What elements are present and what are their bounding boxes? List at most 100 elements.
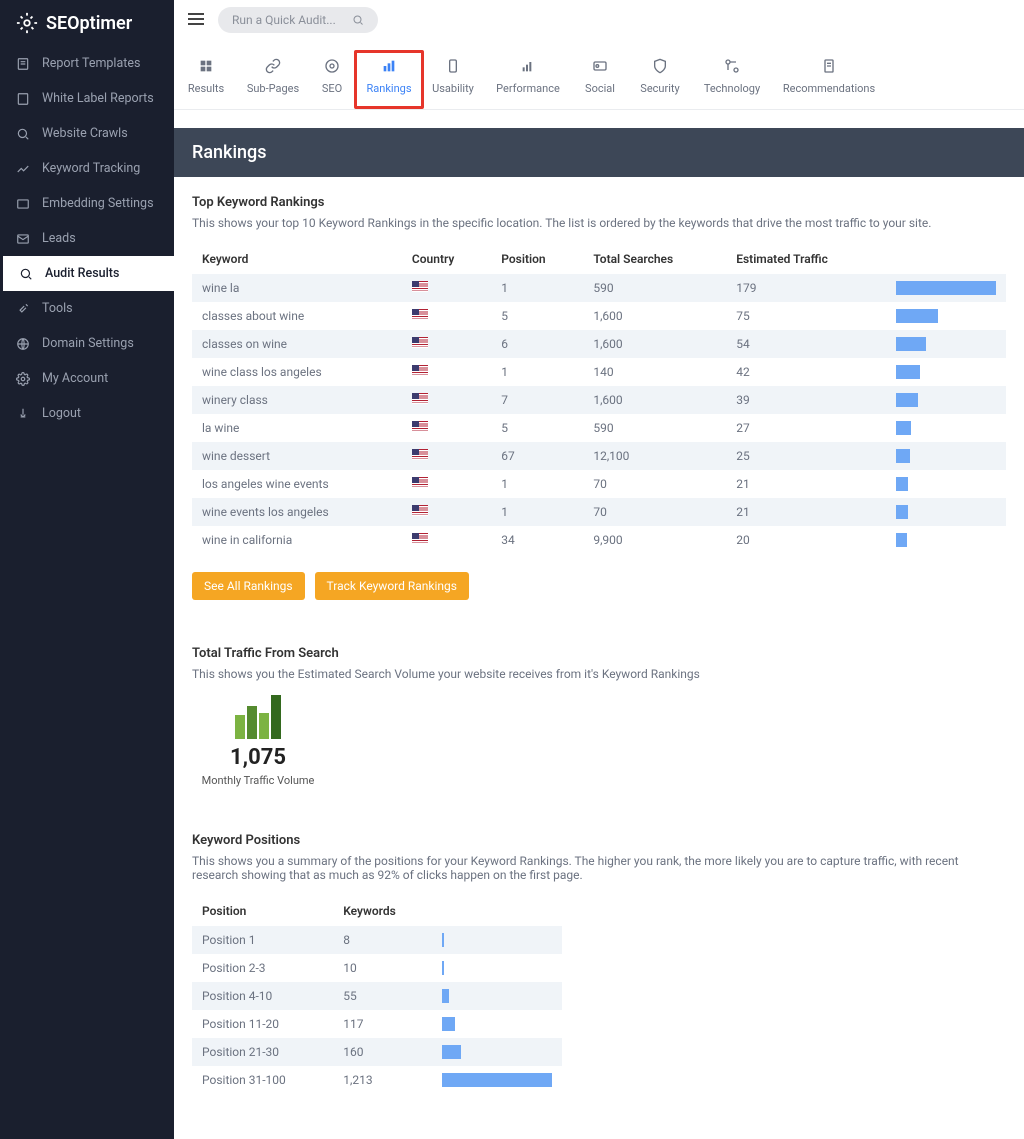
traffic-title: Total Traffic From Search [192,646,1006,661]
tab-rankings[interactable]: Rankings [354,50,424,109]
flag-us-icon [412,337,428,348]
flag-us-icon [412,281,428,292]
table-row: los angeles wine events17021 [192,470,1006,498]
cell-keywords: 160 [333,1038,432,1066]
top-rankings-title: Top Keyword Rankings [192,195,1006,210]
cell-traffic: 54 [726,330,886,358]
hamburger-icon[interactable] [188,13,204,27]
nav-label: White Label Reports [42,91,154,106]
cell-keywords: 1,213 [333,1066,432,1094]
cell-keyword: wine in california [192,526,402,554]
nav-label: Website Crawls [42,126,128,141]
cell-traffic: 39 [726,386,886,414]
cell-bar [886,526,1006,554]
flag-us-icon [412,365,428,376]
cell-bar [886,386,1006,414]
tab-usability[interactable]: Usability [422,50,484,109]
table-row: Position 18 [192,926,562,954]
table-row: wine events los angeles17021 [192,498,1006,526]
flag-us-icon [412,533,428,544]
nav-audit-results[interactable]: Audit Results [0,256,174,291]
cell-position: 5 [491,302,583,330]
nav-label: Tools [42,301,73,316]
cell-bar [886,442,1006,470]
tabbar: Results Sub-Pages SEO Rankings Usability… [174,40,1024,110]
cell-country [402,442,491,470]
col-position: Position [491,244,583,274]
tab-label: Security [640,82,679,95]
cell-position: Position 21-30 [192,1038,333,1066]
traffic-value: 1,075 [198,745,318,770]
cell-keyword: wine events los angeles [192,498,402,526]
col-keywords: Keywords [333,896,432,926]
cell-bar [886,498,1006,526]
tab-technology[interactable]: Technology [692,50,772,109]
tab-sub-pages[interactable]: Sub-Pages [238,50,308,109]
cell-country [402,302,491,330]
main-content: Run a Quick Audit... Results Sub-Pages S… [174,0,1024,1139]
cell-traffic: 21 [726,498,886,526]
flag-us-icon [412,309,428,320]
cell-position: 6 [491,330,583,358]
cell-country [402,274,491,302]
traffic-widget: 1,075 Monthly Traffic Volume [198,695,318,787]
table-row: Position 11-20117 [192,1010,562,1038]
search-input[interactable]: Run a Quick Audit... [218,7,378,33]
nav-label: Report Templates [42,56,140,71]
table-row: wine dessert6712,10025 [192,442,1006,470]
col-traffic: Estimated Traffic [726,244,886,274]
cell-country [402,358,491,386]
nav-leads[interactable]: Leads [0,221,174,256]
cell-searches: 590 [583,414,726,442]
nav-label: Embedding Settings [42,196,154,211]
tab-social[interactable]: Social [572,50,628,109]
positions-panel: Keyword Positions This shows you a summa… [192,815,1006,1094]
cell-traffic: 75 [726,302,886,330]
content-scroll[interactable]: Rankings Top Keyword Rankings This shows… [174,110,1024,1139]
cell-searches: 12,100 [583,442,726,470]
cell-bar [886,302,1006,330]
cell-searches: 1,600 [583,302,726,330]
nav-my-account[interactable]: My Account [0,361,174,396]
nav-website-crawls[interactable]: Website Crawls [0,116,174,151]
tab-performance[interactable]: Performance [484,50,572,109]
traffic-panel: Total Traffic From Search This shows you… [192,628,1006,787]
cell-position: 5 [491,414,583,442]
nav-keyword-tracking[interactable]: Keyword Tracking [0,151,174,186]
cell-keyword: winery class [192,386,402,414]
cell-bar [432,1010,562,1038]
cell-keyword: wine la [192,274,402,302]
nav-tools[interactable]: Tools [0,291,174,326]
brand-text: SEOptimer [46,13,132,34]
nav-label: Domain Settings [42,336,134,351]
nav-embedding-settings[interactable]: Embedding Settings [0,186,174,221]
col-country: Country [402,244,491,274]
table-row: classes on wine 61,60054 [192,330,1006,358]
table-row: Position 4-1055 [192,982,562,1010]
see-all-rankings-button[interactable]: See All Rankings [192,572,305,600]
tab-recommendations[interactable]: Recommendations [772,50,886,109]
cell-keywords: 117 [333,1010,432,1038]
cell-keywords: 10 [333,954,432,982]
cell-position: 67 [491,442,583,470]
cell-searches: 1,600 [583,330,726,358]
cell-position: 1 [491,498,583,526]
cell-country [402,414,491,442]
tab-results[interactable]: Results [174,50,238,109]
nav-domain-settings[interactable]: Domain Settings [0,326,174,361]
nav-white-label-reports[interactable]: White Label Reports [0,81,174,116]
tab-seo[interactable]: SEO [308,50,356,109]
table-row: classes about wine51,60075 [192,302,1006,330]
top-rankings-table: Keyword Country Position Total Searches … [192,244,1006,554]
cell-position: 1 [491,358,583,386]
tab-security[interactable]: Security [628,50,692,109]
cell-keyword: classes on wine [192,330,402,358]
cell-position: Position 1 [192,926,333,954]
nav-report-templates[interactable]: Report Templates [0,46,174,81]
tab-label: SEO [322,82,342,95]
track-keyword-rankings-button[interactable]: Track Keyword Rankings [315,572,469,600]
cell-traffic: 21 [726,470,886,498]
nav-logout[interactable]: Logout [0,396,174,431]
cell-keywords: 55 [333,982,432,1010]
cell-keyword: wine class los angeles [192,358,402,386]
